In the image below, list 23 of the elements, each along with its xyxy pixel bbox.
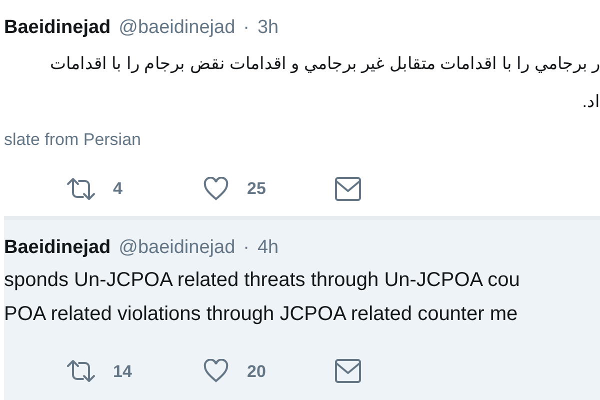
like-count: 25 (247, 178, 267, 200)
display-name: Baeidinejad (4, 236, 111, 260)
translate-link[interactable]: slate from Persian (4, 130, 141, 148)
retweet-icon[interactable] (66, 176, 96, 201)
mail-icon[interactable] (335, 176, 361, 201)
tweet-text: POA related violations through JCPOA related counter me (4, 302, 518, 324)
heart-icon[interactable] (203, 359, 229, 384)
tweet-text: اد. (582, 92, 600, 110)
retweet-count: 4 (113, 178, 124, 200)
display-name: Baeidinejad (4, 16, 111, 40)
retweet-count: 14 (113, 360, 133, 382)
like-count: 20 (247, 360, 267, 382)
user-handle: @baeidinejad (118, 16, 236, 40)
separator-dot: · (243, 16, 250, 40)
tweet-time: 3h (257, 16, 279, 40)
separator-dot: · (243, 236, 250, 260)
tweet-text: sponds Un-JCPOA related threats through Un-JCPOA cou (4, 268, 520, 290)
retweet-icon[interactable] (66, 359, 96, 384)
user-handle: @baeidinejad (118, 236, 236, 260)
heart-icon[interactable] (203, 176, 229, 201)
mail-icon[interactable] (335, 359, 361, 384)
tweet-text: ر برجامي را با اقدامات متقابل غير برجامي و اقدامات نقض برجام را با اقدامات (50, 54, 600, 72)
tweet-time: 4h (257, 236, 279, 260)
